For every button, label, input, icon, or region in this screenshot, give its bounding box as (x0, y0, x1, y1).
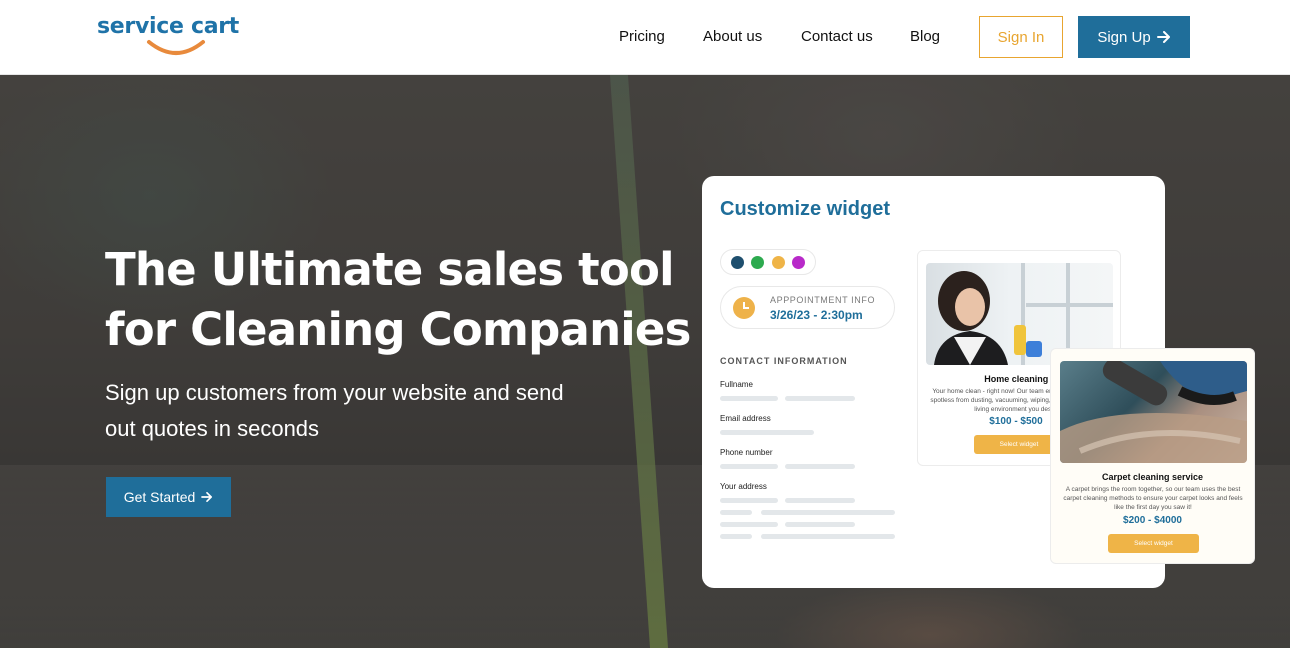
placeholder-bar (785, 464, 855, 469)
sign-up-button[interactable]: Sign Up (1078, 16, 1190, 58)
select-widget-label: Select widget (1134, 540, 1173, 547)
widget-title: Customize widget (720, 198, 891, 220)
color-option-green[interactable] (751, 255, 765, 269)
service-card-carpet-cleaning[interactable]: Carpet cleaning service A carpet brings … (1050, 348, 1255, 564)
placeholder-bar (785, 522, 855, 527)
placeholder-bar (720, 396, 778, 401)
site-header: service cart Pricing About us Contact us… (0, 0, 1290, 75)
hero-title-line-2: for Cleaning Companies (105, 303, 691, 356)
hero-subtitle-line-2: out quotes in seconds (105, 416, 320, 441)
field-label-email: Email address (720, 414, 771, 423)
select-widget-button[interactable]: Select widget (1108, 534, 1199, 553)
placeholder-bar (785, 498, 855, 503)
hero-subtitle: Sign up customers from your website and … (105, 375, 625, 447)
nav-blog[interactable]: Blog (910, 28, 940, 45)
hero-title: The Ultimate sales tool for Cleaning Com… (105, 240, 705, 360)
placeholder-bar (720, 510, 752, 515)
color-option-purple[interactable] (792, 255, 806, 269)
hero-subtitle-line-1: Sign up customers from your website and … (105, 380, 564, 405)
appointment-label: APPPOINTMENT INFO (770, 295, 876, 305)
placeholder-bar (761, 534, 895, 539)
nav-pricing[interactable]: Pricing (619, 28, 665, 45)
arrow-right-icon (201, 492, 213, 502)
nav-about-us[interactable]: About us (703, 28, 762, 45)
clock-icon (733, 297, 755, 319)
sign-up-label: Sign Up (1097, 28, 1151, 46)
select-widget-label: Select widget (999, 441, 1039, 448)
appointment-info: APPPOINTMENT INFO 3/26/23 - 2:30pm (720, 286, 895, 329)
color-picker (720, 249, 816, 275)
sign-in-button[interactable]: Sign In (979, 16, 1063, 58)
service-description: A carpet brings the room together, so ou… (1063, 486, 1243, 511)
placeholder-bar (720, 522, 778, 527)
service-title: Carpet cleaning service (1101, 472, 1204, 482)
color-option-yellow[interactable] (771, 255, 785, 269)
smile-logo-icon (147, 40, 205, 55)
get-started-label: Get Started (123, 489, 196, 505)
service-price: $200 - $4000 (1123, 515, 1182, 526)
placeholder-bar (720, 464, 778, 469)
contact-information-heading: CONTACT INFORMATION (720, 356, 848, 366)
hero-title-line-1: The Ultimate sales tool (105, 243, 675, 296)
placeholder-bar (720, 430, 814, 435)
placeholder-bar (761, 510, 895, 515)
sign-in-label: Sign In (997, 28, 1045, 46)
arrow-right-icon (1156, 31, 1170, 43)
carpet-photo-illustration (1060, 361, 1247, 463)
color-option-navy[interactable] (730, 255, 744, 269)
placeholder-bar (785, 396, 855, 401)
placeholder-bar (720, 498, 778, 503)
appointment-value: 3/26/23 - 2:30pm (770, 308, 863, 322)
carpet-cleaning-image (1060, 361, 1247, 463)
field-label-address: Your address (720, 482, 767, 491)
placeholder-bar (720, 534, 752, 539)
field-label-phone: Phone number (720, 448, 773, 457)
nav-contact-us[interactable]: Contact us (801, 28, 873, 45)
hero-section: The Ultimate sales tool for Cleaning Com… (0, 75, 1290, 648)
get-started-button[interactable]: Get Started (106, 477, 231, 517)
field-label-fullname: Fullname (720, 380, 753, 389)
service-cart-logo[interactable]: service cart (97, 14, 242, 60)
